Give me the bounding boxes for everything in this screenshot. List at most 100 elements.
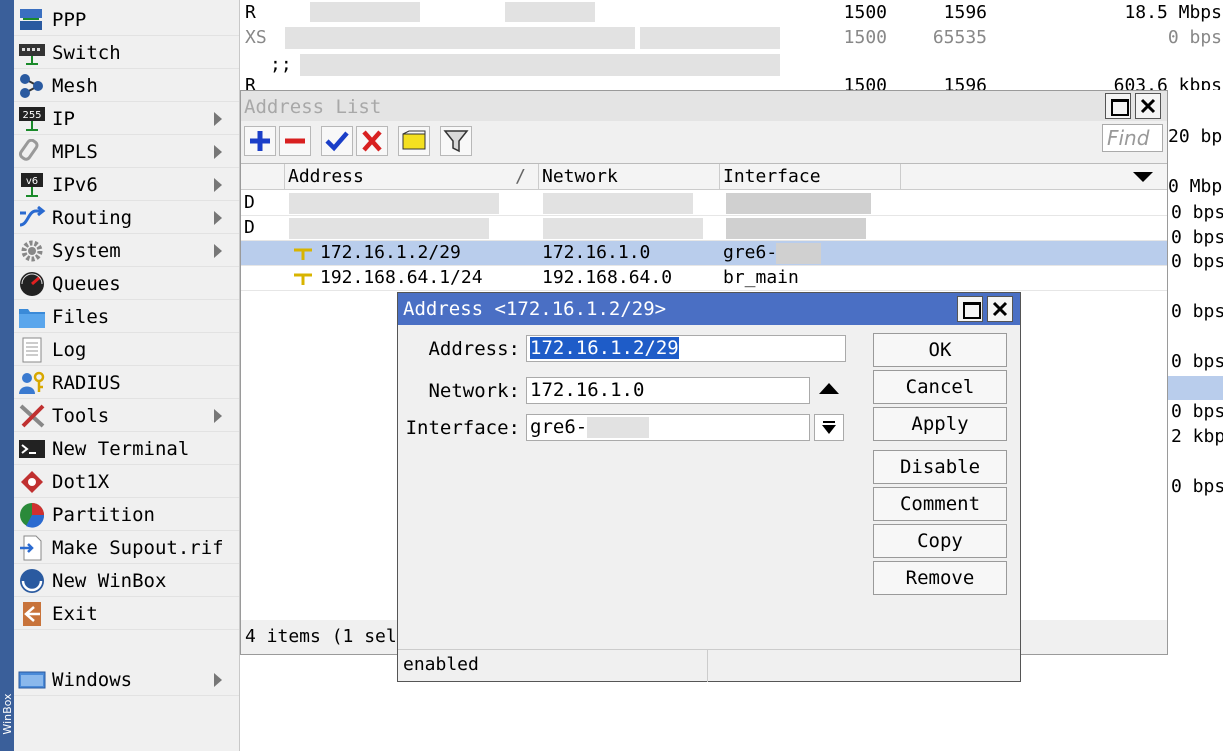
flag-column-header[interactable] xyxy=(241,164,285,190)
submenu-arrow-icon xyxy=(214,673,222,687)
sidebar-item-dot1x[interactable]: Dot1X xyxy=(14,466,239,498)
sidebar-item-tools[interactable]: Tools xyxy=(14,400,239,432)
network-column-header[interactable]: Network xyxy=(539,164,720,190)
rate-value: 0 bps xyxy=(1171,351,1223,372)
submenu-arrow-icon xyxy=(214,112,222,126)
sidebar-item-label: Windows xyxy=(52,669,133,691)
comment-button[interactable]: Comment xyxy=(873,487,1007,521)
address-field[interactable]: 172.16.1.2/29 xyxy=(526,335,846,362)
disable-button[interactable]: Disable xyxy=(873,450,1007,484)
address-label: Address: xyxy=(428,338,520,360)
rate-value: 2 kbps xyxy=(1171,426,1223,447)
sidebar-item-new-winbox[interactable]: New WinBox xyxy=(14,565,239,597)
sidebar-item-radius[interactable]: RADIUS xyxy=(14,367,239,399)
interface-flag: XS xyxy=(245,27,267,48)
interface-row[interactable]: R 1500 1596 18.5 Mbps xyxy=(240,0,1223,25)
table-row-selected[interactable]: 172.16.1.2/29 172.16.1.0 gre6- xyxy=(241,241,1167,266)
add-button[interactable] xyxy=(244,126,276,156)
copy-button[interactable]: Copy xyxy=(873,524,1007,558)
dialog-maximize-button[interactable] xyxy=(957,296,983,322)
close-button[interactable] xyxy=(1135,93,1161,119)
maximize-icon xyxy=(1111,99,1129,116)
enable-button[interactable] xyxy=(321,126,353,156)
sidebar-item-mpls[interactable]: MPLS xyxy=(14,136,239,168)
sidebar-item-label: New Terminal xyxy=(52,438,190,460)
dialog-close-button[interactable] xyxy=(987,296,1013,322)
interface-column-header[interactable]: Interface xyxy=(720,164,901,190)
interface-select[interactable]: gre6- xyxy=(526,414,810,441)
sidebar-item-files[interactable]: Files xyxy=(14,301,239,333)
table-row[interactable]: 192.168.64.1/24 192.168.64.0 br_main xyxy=(241,266,1167,291)
address-list-titlebar[interactable]: Address List xyxy=(241,91,1167,121)
sidebar-item-ipv6[interactable]: v6 IPv6 xyxy=(14,169,239,201)
winbox-icon xyxy=(20,569,44,593)
remove-button[interactable]: Remove xyxy=(873,561,1007,595)
interface-row[interactable]: XS 1500 65535 0 bps xyxy=(240,25,1223,50)
sidebar-item-label: Tools xyxy=(52,405,110,427)
mesh-icon xyxy=(20,74,43,98)
interface-row[interactable]: R 1500 1596 603.6 kbps xyxy=(240,73,1223,90)
address-icon xyxy=(294,248,312,260)
row-flag: D xyxy=(244,217,255,238)
maximize-icon xyxy=(963,302,981,319)
comment-button[interactable] xyxy=(398,126,430,156)
address-dialog-titlebar[interactable]: Address <172.16.1.2/29> xyxy=(398,293,1020,325)
sidebar-item-switch[interactable]: Switch xyxy=(14,37,239,69)
row-interface: br_main xyxy=(723,267,799,288)
maximize-button[interactable] xyxy=(1105,93,1131,119)
sidebar-item-label: Exit xyxy=(52,603,98,625)
cancel-button[interactable]: Cancel xyxy=(873,370,1007,404)
address-column-header[interactable]: Address / xyxy=(285,164,539,190)
sidebar-item-label: RADIUS xyxy=(52,372,121,394)
disable-button[interactable] xyxy=(356,126,388,156)
interface-dropdown-button[interactable] xyxy=(814,414,844,441)
submenu-arrow-icon xyxy=(214,211,222,225)
sidebar-item-mesh[interactable]: Mesh xyxy=(14,70,239,102)
radius-icon xyxy=(19,371,45,394)
filter-button[interactable] xyxy=(440,126,472,156)
plus-icon xyxy=(250,131,270,151)
redacted-text xyxy=(776,243,821,264)
interface-value: gre6- xyxy=(530,416,588,438)
switch-icon xyxy=(19,44,45,65)
sidebar-item-label: Log xyxy=(52,339,87,361)
sidebar-item-new-terminal[interactable]: New Terminal xyxy=(14,433,239,465)
interface-rate: 0 bps xyxy=(1167,27,1222,48)
sidebar-item-log[interactable]: Log xyxy=(14,334,239,366)
apply-button[interactable]: Apply xyxy=(873,407,1007,441)
dialog-status-empty xyxy=(708,650,1020,682)
dropdown-arrow-icon xyxy=(822,421,836,434)
sidebar-item-make-supout[interactable]: Make Supout.rif xyxy=(14,532,239,564)
queues-icon xyxy=(20,272,44,296)
remove-button[interactable] xyxy=(279,126,311,156)
sidebar-menu: PPP Switch Mesh 255 IP MPLS v6 IPv6 Rout… xyxy=(14,0,240,751)
x-icon xyxy=(362,130,382,152)
ok-button[interactable]: OK xyxy=(873,333,1007,367)
sidebar-item-ppp[interactable]: PPP xyxy=(14,4,239,36)
interface-flag: R xyxy=(245,2,256,23)
sidebar-item-system[interactable]: System xyxy=(14,235,239,267)
row-network: 172.16.1.0 xyxy=(542,242,651,263)
sidebar-item-label: IP xyxy=(52,108,75,130)
redacted-text xyxy=(285,27,635,49)
sort-icon: / xyxy=(515,166,526,187)
network-field[interactable]: 172.16.1.0 xyxy=(526,377,810,404)
column-chooser[interactable] xyxy=(901,164,1167,190)
table-row[interactable]: D xyxy=(241,191,1167,216)
sidebar-item-queues[interactable]: Queues xyxy=(14,268,239,300)
checkmark-icon xyxy=(325,131,349,152)
table-row[interactable]: D xyxy=(241,216,1167,241)
sidebar-item-label: Files xyxy=(52,306,110,328)
find-input[interactable]: Find xyxy=(1102,124,1163,152)
rate-value: 0 Mbps xyxy=(1168,176,1223,197)
interface-mtu: 1500 xyxy=(843,27,887,48)
collapse-up-icon[interactable] xyxy=(819,383,839,394)
svg-text:255: 255 xyxy=(22,110,41,121)
sidebar-item-routing[interactable]: Routing xyxy=(14,202,239,234)
sidebar-item-exit[interactable]: Exit xyxy=(14,598,239,630)
sidebar-item-ip[interactable]: 255 IP xyxy=(14,103,239,135)
sidebar-item-windows[interactable]: Windows xyxy=(14,664,239,696)
interface-l2mtu: 1596 xyxy=(943,2,987,23)
sidebar-item-partition[interactable]: Partition xyxy=(14,499,239,531)
terminal-icon xyxy=(19,440,45,458)
